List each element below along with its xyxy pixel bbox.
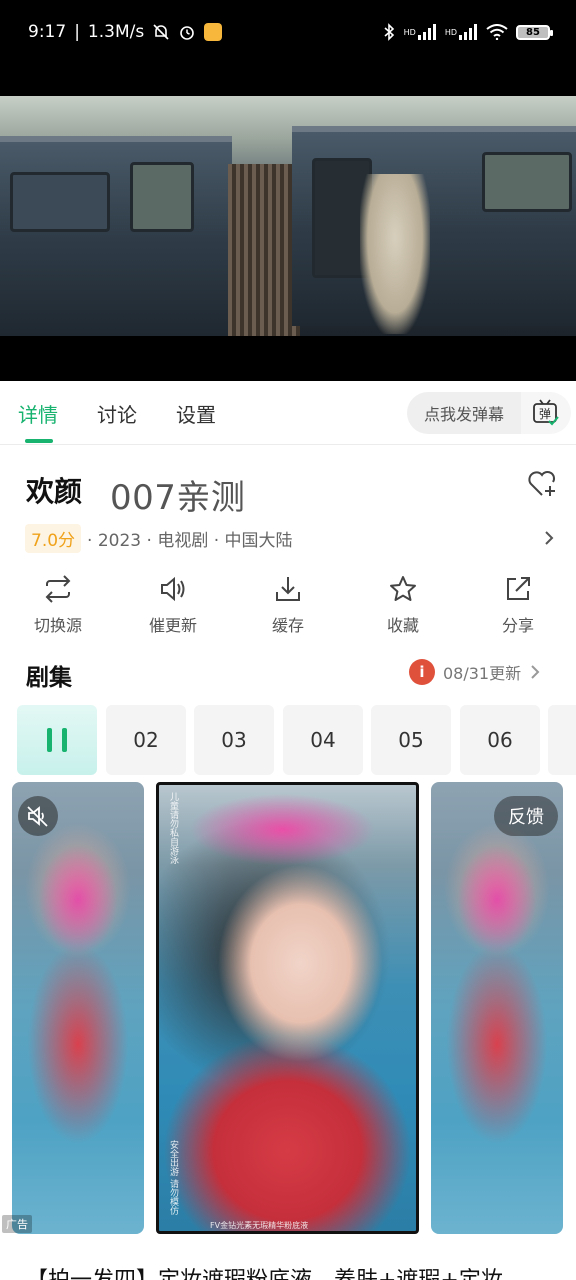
chevron-right-icon [531, 665, 540, 679]
danmu-toggle-button[interactable]: 弹 [521, 392, 571, 434]
action-label: 分享 [501, 616, 534, 635]
ad-side-text: 安全出游 请勿模仿 [168, 1140, 178, 1215]
episode-item[interactable]: 03 [194, 705, 274, 775]
favorite-button[interactable]: 收藏 [353, 574, 453, 636]
playing-icon [47, 728, 67, 752]
train-car-right [292, 126, 576, 326]
divider: | [74, 22, 80, 42]
share-icon [507, 577, 530, 600]
episode-01-playing[interactable] [17, 705, 97, 775]
meta-info: · 2023 · 电视剧 · 中国大陆 [87, 530, 293, 551]
hd-label: HD [403, 27, 416, 37]
chevron-right-icon[interactable] [542, 530, 556, 546]
battery-icon: 85 [516, 24, 553, 40]
train-gangway [228, 164, 300, 336]
train-car-left [0, 136, 232, 336]
feedback-button[interactable]: 反馈 [494, 796, 558, 836]
ad-side-text: 儿童请勿私自游泳 [168, 792, 178, 864]
alarm-icon [178, 22, 196, 42]
active-tab-indicator [25, 439, 53, 443]
network-speed: 1.3M/s [87, 22, 145, 42]
episode-item-partial[interactable] [548, 705, 576, 775]
status-bar: 9:17 | 1.3M/s HD HD 85 [0, 0, 576, 70]
bluetooth-icon [382, 22, 396, 42]
video-frame [0, 96, 576, 336]
ad-video[interactable] [156, 782, 419, 1234]
mute-notification-icon [152, 22, 170, 42]
status-left: 9:17 | 1.3M/s [28, 22, 223, 42]
update-text: 08/31更新 [443, 664, 522, 683]
episode-item[interactable]: 04 [283, 705, 363, 775]
svg-text:弹: 弹 [539, 407, 551, 421]
action-label: 缓存 [271, 616, 304, 635]
show-subtitle: 007亲测 [110, 478, 246, 518]
cache-button[interactable]: 缓存 [238, 574, 338, 636]
show-title: 欢颜 [26, 475, 83, 508]
ad-caption: FV金钻光素无瑕精华粉底液 [210, 1221, 309, 1230]
action-label: 催更新 [148, 616, 197, 635]
episode-item[interactable]: 06 [460, 705, 540, 775]
danmu-icon: 弹 [533, 399, 559, 426]
episodes-heading: 剧集 [26, 665, 72, 691]
ad-label: 广告 [2, 1215, 32, 1233]
heart-plus-icon[interactable] [526, 468, 558, 500]
actor-figure [360, 174, 430, 334]
tab-discussion[interactable]: 讨论 [97, 399, 137, 428]
train-window [482, 152, 572, 212]
score-badge: 7.0分 [25, 523, 82, 553]
hd-label: HD [444, 27, 457, 37]
download-icon [276, 577, 300, 601]
switch-source-button[interactable]: 切换源 [8, 574, 108, 636]
signal-2-icon: HD [445, 22, 478, 42]
action-label: 收藏 [386, 616, 419, 635]
wifi-icon [486, 22, 508, 42]
app-notification-icon [204, 23, 223, 41]
ad-description[interactable]: 【拍一发四】定妆遮瑕粉底液，养肤+遮瑕+定妆 [26, 1262, 503, 1280]
clock: 9:17 [28, 22, 67, 42]
train-window [10, 172, 110, 232]
action-bar: 切换源 催更新 缓存 收藏 分享 [0, 574, 576, 638]
status-right: HD HD 85 [382, 22, 553, 42]
signal-1-icon: HD [404, 22, 437, 42]
train-window [130, 162, 194, 232]
urge-update-button[interactable]: 催更新 [123, 574, 223, 636]
muted-speaker-icon [27, 806, 48, 827]
tab-settings[interactable]: 设置 [176, 399, 216, 428]
ad-blur-left [12, 782, 144, 1234]
speaker-icon [161, 576, 185, 602]
video-player[interactable] [0, 70, 576, 381]
share-button[interactable]: 分享 [468, 574, 568, 636]
episode-item[interactable]: 02 [106, 705, 186, 775]
episode-item[interactable]: 05 [371, 705, 451, 775]
tab-details[interactable]: 详情 [18, 399, 58, 428]
switch-source-icon [45, 575, 71, 603]
action-label: 切换源 [33, 616, 82, 635]
star-icon [390, 576, 416, 601]
episodes-update[interactable]: i 08/31更新 [409, 658, 541, 686]
danmu-input[interactable]: 点我发弹幕 [407, 392, 521, 434]
mute-button[interactable] [18, 796, 58, 836]
ad-blur-right [431, 782, 563, 1234]
info-icon: i [409, 659, 435, 685]
show-meta: 7.0分 · 2023 · 电视剧 · 中国大陆 [25, 523, 293, 553]
